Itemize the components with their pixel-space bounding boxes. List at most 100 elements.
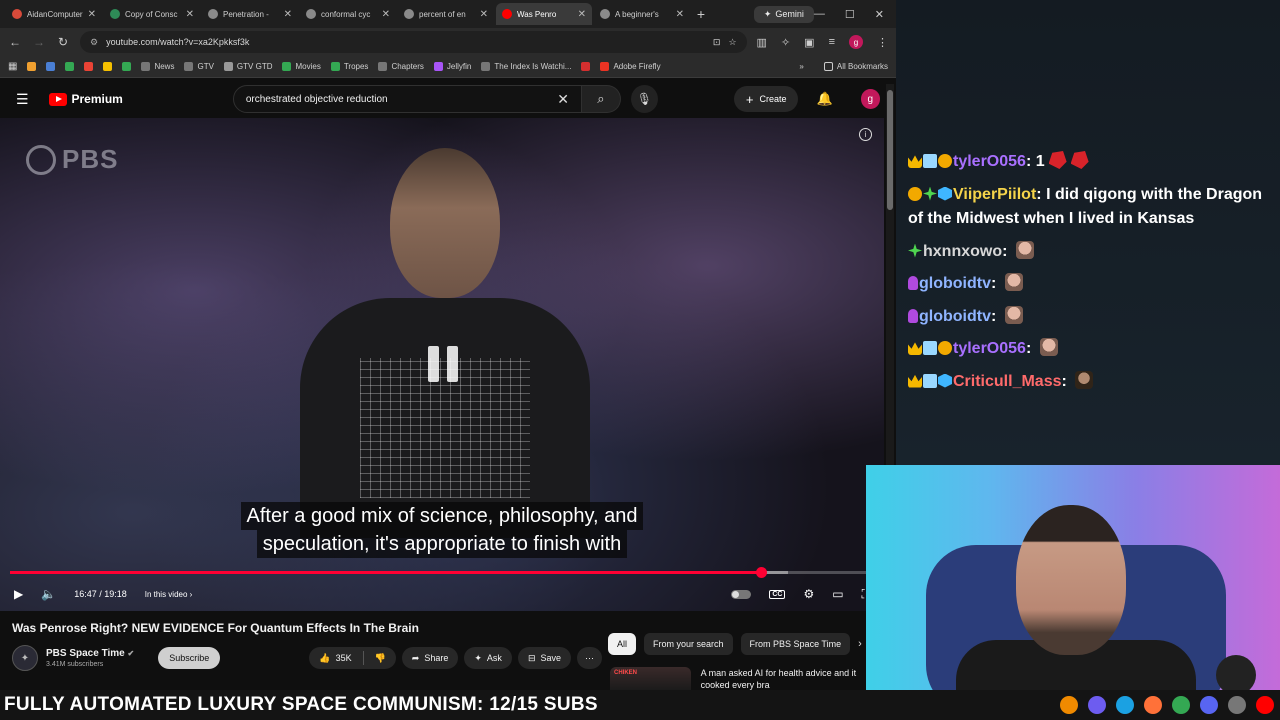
profile-avatar[interactable]: g	[849, 35, 863, 49]
save-button[interactable]: ⊟ Save	[517, 647, 571, 669]
search-button[interactable]: ⌕	[582, 85, 621, 113]
pause-overlay-icon[interactable]	[428, 346, 458, 382]
bookmark-item[interactable]	[27, 62, 37, 71]
bookmark-item[interactable]	[84, 62, 94, 71]
share-button[interactable]: ➦ Share	[401, 647, 459, 669]
recommended-video[interactable]: CHIKEN A man asked AI for health advice …	[610, 667, 870, 690]
chat-username[interactable]: globoidtv	[919, 308, 991, 325]
account-avatar[interactable]: g	[860, 89, 881, 109]
clear-search-icon[interactable]: ✕	[557, 91, 569, 108]
extension-icon[interactable]: ▥	[757, 36, 767, 49]
close-icon[interactable]: ✕	[875, 8, 884, 21]
firefox-icon[interactable]	[1144, 696, 1162, 714]
chat-username[interactable]: Criticull_Mass	[953, 373, 1061, 390]
site-info-icon[interactable]: ⚙	[90, 37, 98, 48]
media-icon[interactable]: ≡	[829, 36, 835, 48]
like-count[interactable]: 35K	[336, 653, 352, 663]
bookmark-item[interactable]: The Index Is Watchi...	[481, 62, 571, 71]
channel-avatar[interactable]: ✦	[12, 645, 38, 671]
hamburger-menu-icon[interactable]: ☰	[16, 91, 31, 108]
in-this-video-button[interactable]: In this video ›	[145, 590, 193, 599]
settings-gear-icon[interactable]: ⚙	[803, 587, 814, 601]
theater-mode-icon[interactable]: ▭	[832, 587, 843, 601]
bookmark-item[interactable]: GTV GTD	[223, 62, 272, 71]
scrollbar-thumb[interactable]	[887, 90, 893, 210]
bookmark-item[interactable]	[103, 62, 113, 71]
bookmark-item[interactable]: Jellyfin	[433, 62, 471, 71]
chat-username[interactable]: hxnnxowo	[923, 243, 1002, 260]
browser-tab[interactable]: AidanComputer ✕	[6, 3, 102, 25]
bookmark-item[interactable]: Tropes	[330, 62, 368, 71]
forward-arrow-icon[interactable]: →	[32, 35, 46, 49]
maximize-icon[interactable]: ☐	[845, 8, 855, 21]
install-app-icon[interactable]: ⊡	[713, 37, 721, 48]
tab-close-icon[interactable]: ✕	[382, 9, 390, 20]
new-tab-button[interactable]: +	[692, 6, 710, 22]
search-input[interactable]: orchestrated objective reduction ✕	[232, 85, 583, 113]
reload-icon[interactable]: ↻	[56, 35, 70, 49]
menu-dots-icon[interactable]: ⋮	[877, 36, 888, 49]
chat-username[interactable]: tylerO056	[953, 153, 1026, 170]
notifications-bell-icon[interactable]: 🔔	[816, 91, 832, 107]
tab-close-icon[interactable]: ✕	[284, 9, 292, 20]
channel-name[interactable]: PBS Space Time ✔	[46, 648, 134, 659]
edge-icon[interactable]	[1116, 696, 1134, 714]
minimize-icon[interactable]: —	[814, 8, 825, 21]
tab-close-icon[interactable]: ✕	[480, 9, 488, 20]
play-icon[interactable]: ▶	[14, 587, 23, 601]
autoplay-toggle[interactable]	[731, 589, 752, 599]
bookmark-item[interactable]: Movies	[282, 62, 321, 71]
chevron-right-icon[interactable]: ›	[858, 638, 862, 650]
tab-close-icon[interactable]: ✕	[676, 9, 684, 20]
bookmark-item[interactable]: Adobe Firefly	[600, 62, 661, 71]
voice-search-button[interactable]: 🎙	[630, 85, 658, 113]
recommended-thumbnail[interactable]: CHIKEN	[610, 667, 691, 690]
chip-from-your-search[interactable]: From your search	[644, 633, 733, 655]
bookmark-item[interactable]: Chapters	[378, 62, 424, 71]
volume-icon[interactable]: 🔈	[41, 587, 56, 601]
gemini-button[interactable]: ✦ Gemini	[753, 5, 814, 23]
thumbs-up-icon[interactable]: 👍	[319, 653, 330, 664]
browser-tab[interactable]: Was Penro ✕	[496, 3, 592, 25]
thumbs-down-icon[interactable]: 👎	[375, 653, 386, 664]
youtube-icon[interactable]	[1256, 696, 1274, 714]
omnibox[interactable]: ⚙ youtube.com/watch?v=xa2Kpkksf3k ⊡ ☆	[80, 31, 747, 53]
chip-all[interactable]: All	[608, 633, 637, 655]
bookmark-star-icon[interactable]: ☆	[728, 37, 736, 48]
tab-close-icon[interactable]: ✕	[186, 9, 194, 20]
more-actions-button[interactable]: ⋯	[577, 647, 602, 669]
sidepanel-icon[interactable]: ▣	[804, 36, 814, 49]
puzzle-icon[interactable]: ✧	[781, 36, 790, 49]
youtube-premium-logo[interactable]: Premium	[49, 92, 123, 106]
apps-grid-icon[interactable]: ▦	[8, 61, 17, 72]
discord-icon[interactable]	[1200, 696, 1218, 714]
scrubber-handle[interactable]	[756, 567, 768, 578]
back-arrow-icon[interactable]: ←	[8, 35, 22, 49]
proton-icon[interactable]	[1088, 696, 1106, 714]
video-player[interactable]: PBS i After a good mix of science, philo…	[0, 118, 884, 611]
browser-tab[interactable]: Copy of Consc ✕	[104, 3, 200, 25]
obs-icon[interactable]	[1228, 696, 1246, 714]
ask-button[interactable]: ✦ Ask	[464, 647, 512, 669]
tab-close-icon[interactable]: ✕	[578, 9, 586, 20]
captions-cc-icon[interactable]: CC	[769, 589, 786, 599]
chip-from-pbs-space-time[interactable]: From PBS Space Time	[740, 633, 851, 655]
recommended-title[interactable]: A man asked AI for health advice and it …	[701, 667, 870, 690]
subscribe-button[interactable]: Subscribe	[158, 647, 221, 669]
chrome-icon[interactable]	[1172, 696, 1190, 714]
bookmark-item[interactable]	[581, 62, 591, 71]
tab-close-icon[interactable]: ✕	[88, 9, 96, 20]
chat-username[interactable]: globoidtv	[919, 275, 991, 292]
info-icon[interactable]: i	[859, 128, 872, 141]
bookmark-item[interactable]	[46, 62, 56, 71]
vlc-icon[interactable]	[1060, 696, 1078, 714]
browser-tab[interactable]: conformal cyc ✕	[300, 3, 396, 25]
more-bookmarks-icon[interactable]: »	[799, 62, 803, 71]
browser-tab[interactable]: A beginner's ✕	[594, 3, 690, 25]
chat-username[interactable]: ViiperPiilot	[953, 186, 1036, 203]
bookmark-item[interactable]	[65, 62, 75, 71]
chat-username[interactable]: tylerO056	[953, 340, 1026, 357]
create-button[interactable]: + Create	[733, 86, 799, 112]
bookmark-item[interactable]: News	[141, 62, 174, 71]
progress-bar[interactable]	[10, 567, 874, 578]
